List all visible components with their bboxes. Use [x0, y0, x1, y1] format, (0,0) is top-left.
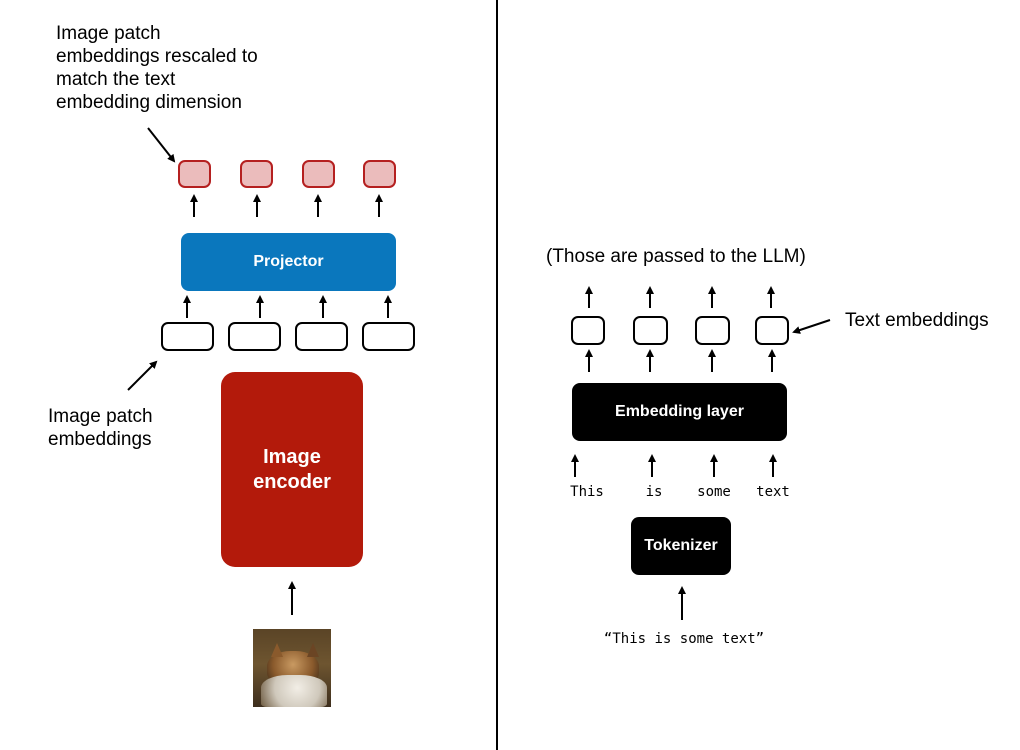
- annotation-arrow: [147, 127, 176, 163]
- annotation-arrow: [792, 319, 831, 334]
- annotation-arrow: [127, 360, 158, 391]
- arrows-layer: [127, 127, 831, 620]
